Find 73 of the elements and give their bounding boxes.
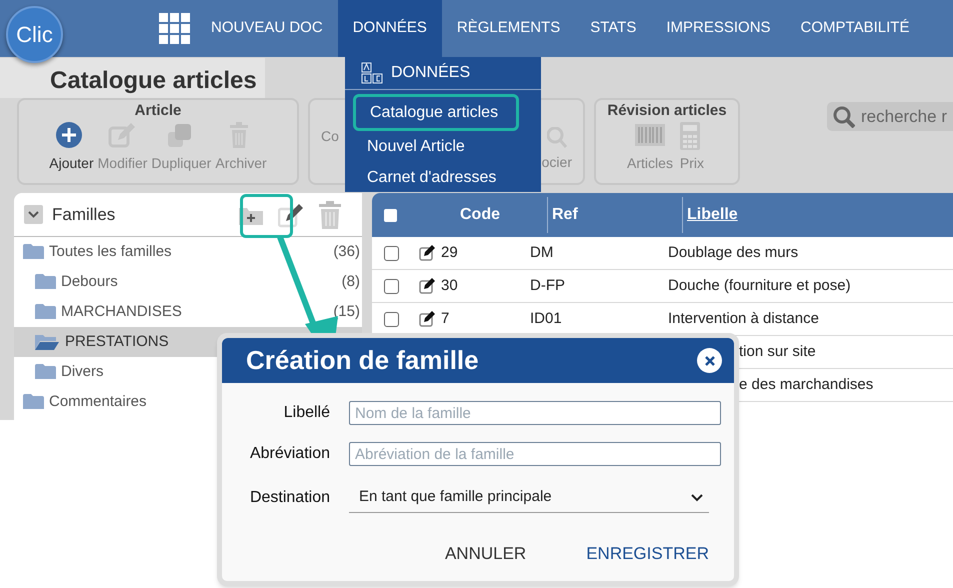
close-icon (704, 356, 714, 366)
table-cell-text: Doublage des murs (668, 242, 798, 263)
table-cell: tion sur site (739, 342, 816, 360)
edit-icon (419, 245, 435, 261)
pencil-icon (278, 202, 304, 228)
folder-icon (34, 363, 56, 381)
edit-icon (419, 278, 435, 294)
panel-title: Familles (52, 204, 116, 226)
group-title: Article (134, 101, 182, 121)
group-title: Révision articles (607, 101, 727, 121)
tree-label: Divers (61, 362, 104, 382)
table-cell: DM (530, 244, 554, 261)
menu-item[interactable]: Carnet d'adresses (353, 162, 519, 193)
page-title: Catalogue articles (0, 58, 265, 98)
letter-blocks-icon (361, 62, 383, 84)
item-count: (8) (342, 272, 360, 292)
menu-item[interactable]: Catalogue articles (353, 94, 519, 131)
table-cell-text: Intervention à distance (668, 308, 819, 329)
item-count: (15) (333, 302, 360, 322)
nav-tab[interactable]: IMPRESSIONS (651, 0, 786, 57)
tree-label: Debours (61, 272, 118, 292)
tree-label: PRESTATIONS (65, 332, 169, 352)
chevron-down-icon (24, 205, 43, 224)
table-cell: 7 (441, 310, 450, 327)
table-cell: D-FP (530, 276, 565, 294)
nav-tab[interactable]: COMPTABILITÉ (786, 0, 924, 57)
nav-tab[interactable]: STATS (575, 0, 652, 57)
column-header[interactable]: Ref (547, 197, 682, 233)
table-cell: 29 (441, 244, 458, 261)
toolbar-button[interactable]: Ajouter (48, 122, 95, 172)
column-header[interactable]: Libelle (682, 197, 738, 233)
field-label: Libellé (282, 403, 330, 423)
select-all-checkbox[interactable] (384, 208, 397, 222)
field-label: Destination (248, 488, 330, 508)
trash-icon (318, 200, 342, 228)
nav-tab[interactable]: DONNÉES (338, 0, 442, 57)
table-cell: e des marchandises (739, 376, 874, 393)
tree-label: Toutes les familles (49, 242, 172, 262)
column-header[interactable]: Code (397, 203, 547, 227)
tree-label: MARCHANDISES (61, 302, 182, 322)
search-field[interactable]: recherche r (827, 102, 953, 131)
folder-icon (22, 393, 44, 411)
folder-icon (34, 273, 56, 291)
folder-icon (34, 303, 56, 321)
table-cell: 30 (441, 276, 458, 294)
app-logo[interactable]: Clic (6, 6, 63, 63)
tree-item[interactable]: MARCHANDISES (15) (14, 297, 362, 327)
table-cell-text: Douche (fourniture et pose) (668, 276, 851, 296)
select-field[interactable]: En tant que famille principale (349, 483, 709, 513)
menu-title: DONNÉES (391, 62, 470, 83)
search-icon (833, 106, 855, 128)
item-count: (36) (333, 242, 360, 262)
nav-tab[interactable]: RÈGLEMENTS (442, 0, 576, 57)
row-checkbox[interactable] (384, 312, 399, 326)
table-cell: ID01 (530, 310, 562, 327)
tree-item[interactable]: Debours (8) (14, 267, 362, 297)
row-checkbox[interactable] (384, 246, 399, 260)
close-button[interactable] (697, 348, 722, 373)
edit-icon (419, 311, 435, 327)
tree-item[interactable]: Toutes les familles (36) (14, 237, 362, 267)
tree-label: Commentaires (49, 392, 147, 412)
menu-item[interactable]: Nouvel Article (353, 131, 519, 162)
dialog-button[interactable]: ANNULER (444, 541, 526, 566)
field-label: Abréviation (248, 444, 330, 464)
row-checkbox[interactable] (384, 278, 399, 294)
nav-tab[interactable]: NOUVEAU DOC (196, 0, 338, 57)
apps-grid-icon (159, 13, 190, 44)
chevron-down-icon (691, 494, 703, 502)
folder-icon (22, 243, 44, 261)
text-input[interactable]: Nom de la famille (349, 401, 721, 425)
open-folder-icon (34, 333, 60, 351)
dialog-button[interactable]: ENREGISTRER (586, 541, 709, 566)
text-input[interactable]: Abréviation de la famille (349, 442, 721, 466)
